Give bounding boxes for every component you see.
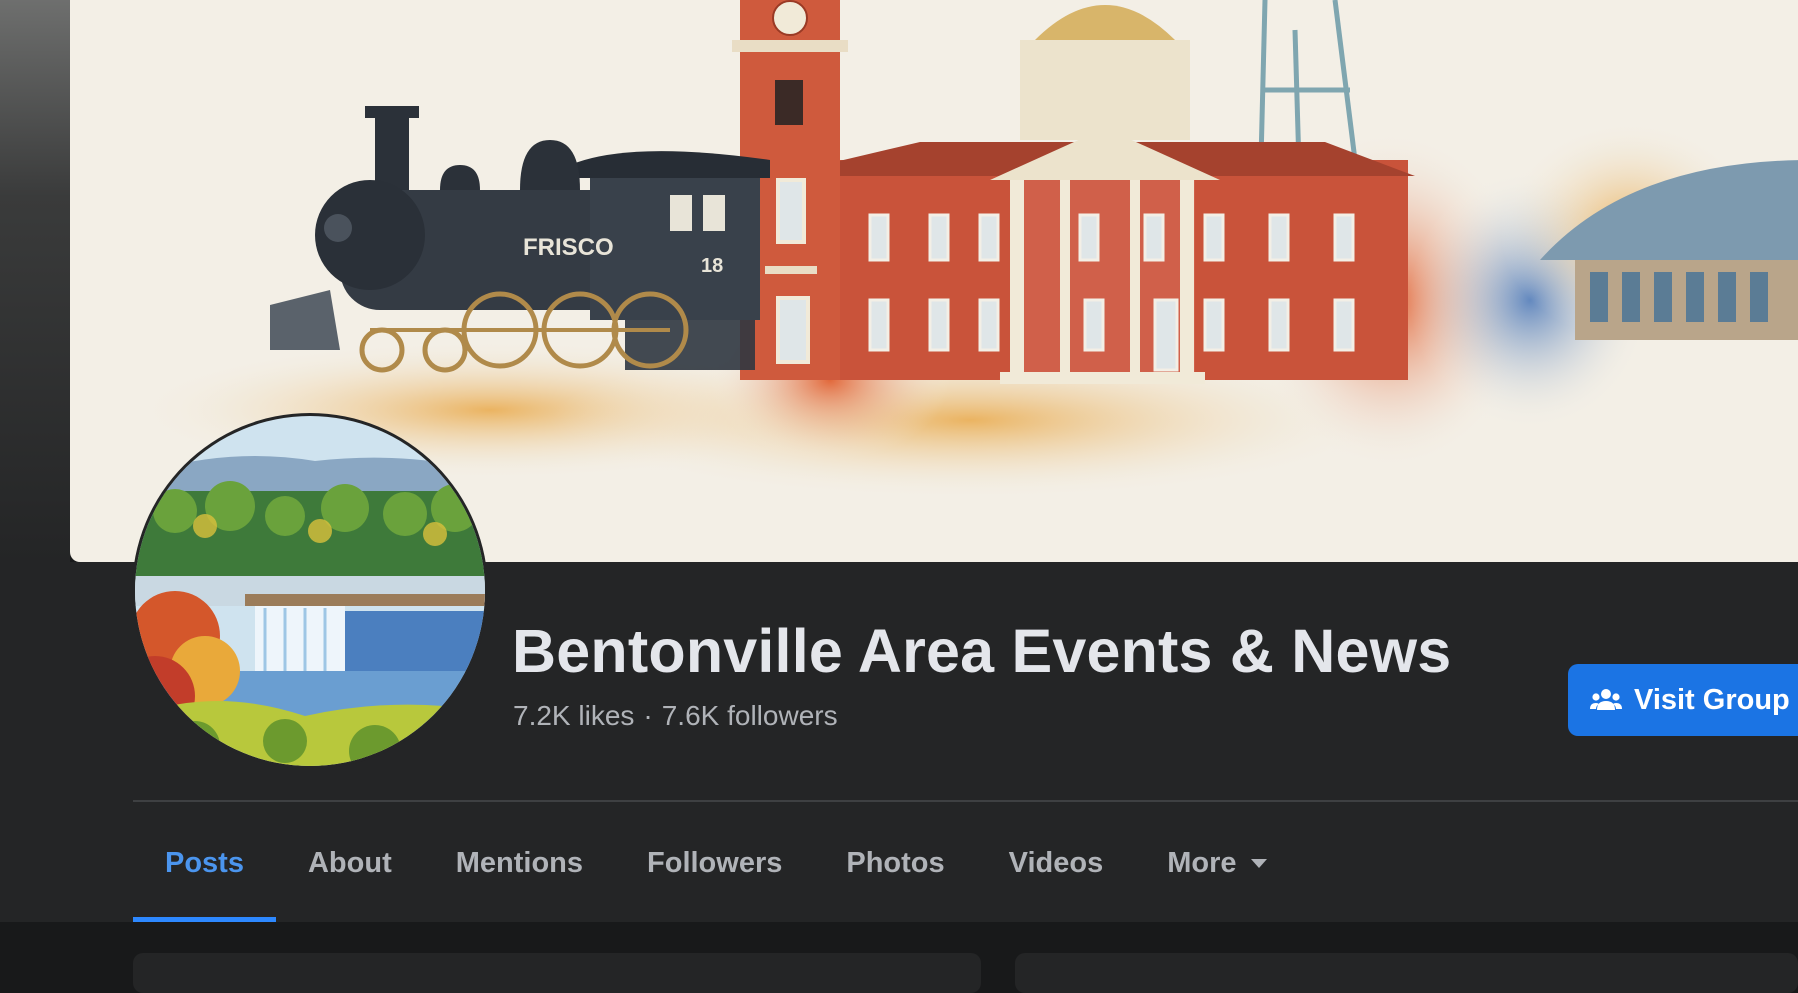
tab-mentions-label: Mentions <box>455 847 584 879</box>
tab-followers-label: Followers <box>647 847 783 879</box>
caret-down-icon <box>1250 859 1267 868</box>
visit-group-button[interactable]: Visit Group <box>1568 664 1798 736</box>
likes-count[interactable]: 7.2K likes <box>513 700 634 731</box>
page-stats: 7.2K likes · 7.6K followers <box>513 700 838 732</box>
header-divider <box>133 800 1798 802</box>
feed-card-right <box>1015 953 1798 993</box>
train-number: 18 <box>701 255 723 277</box>
tab-followers[interactable]: Followers <box>615 805 814 922</box>
tab-posts[interactable]: Posts <box>133 805 276 922</box>
avatar-waterfall-image <box>135 416 485 766</box>
tab-videos-label: Videos <box>1008 847 1104 879</box>
followers-count[interactable]: 7.6K followers <box>662 700 838 731</box>
tab-about-label: About <box>307 847 392 879</box>
feed-card-left <box>133 953 981 993</box>
page-title: Bentonville Area Events & News <box>512 617 1452 685</box>
train-label: FRISCO <box>523 234 614 261</box>
group-icon <box>1590 689 1622 710</box>
tab-more[interactable]: More <box>1135 805 1298 922</box>
profile-tabs: Posts About Mentions Followers Photos Vi… <box>133 805 1299 922</box>
stats-separator: · <box>643 700 653 731</box>
tab-about[interactable]: About <box>276 805 424 922</box>
visit-group-label: Visit Group <box>1634 683 1790 716</box>
tab-posts-label: Posts <box>165 847 244 879</box>
tab-more-label: More <box>1167 847 1237 879</box>
tab-photos-label: Photos <box>846 847 945 879</box>
profile-avatar[interactable] <box>135 416 485 766</box>
tab-photos[interactable]: Photos <box>814 805 976 922</box>
tab-videos[interactable]: Videos <box>977 805 1136 922</box>
tab-mentions[interactable]: Mentions <box>424 805 615 922</box>
left-edge-gradient <box>0 0 70 562</box>
